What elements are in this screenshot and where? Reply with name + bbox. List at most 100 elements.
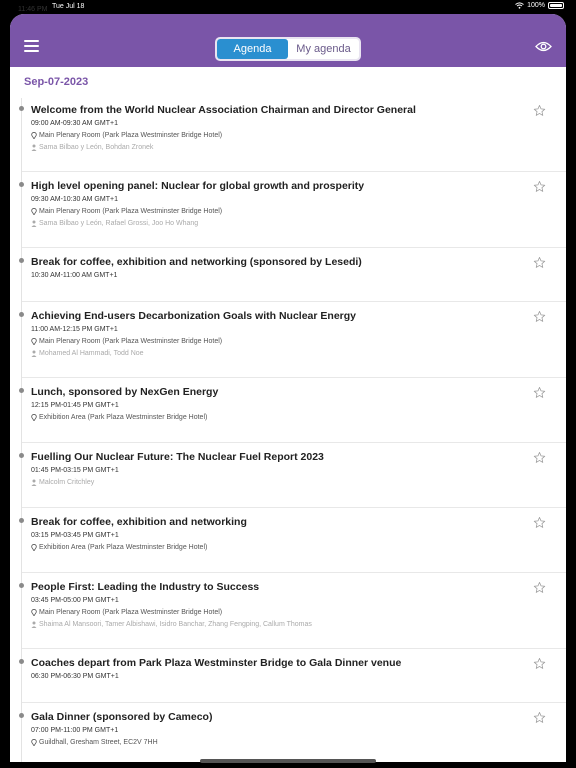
session-item[interactable]: Break for coffee, exhibition and network…	[19, 508, 566, 573]
star-icon[interactable]	[533, 310, 546, 323]
session-location-text: Main Plenary Room (Park Plaza Westminste…	[39, 208, 223, 215]
session-time: 09:30 AM-10:30 AM GMT+1	[31, 196, 118, 203]
timeline-dot	[19, 659, 24, 664]
timeline-dot	[19, 518, 24, 523]
session-speakers: Malcolm Critchley	[31, 478, 566, 487]
status-time: 11:46 PM	[18, 6, 48, 13]
menu-icon[interactable]	[24, 40, 39, 52]
tab-my-agenda[interactable]: My agenda	[288, 39, 359, 59]
timeline-dot	[19, 453, 24, 458]
star-icon[interactable]	[533, 711, 546, 724]
status-date: Tue Jul 18	[52, 3, 85, 10]
session-item[interactable]: High level opening panel: Nuclear for gl…	[19, 172, 566, 248]
session-title: Fuelling Our Nuclear Future: The Nuclear…	[31, 451, 324, 463]
session-title: People First: Leading the Industry to Su…	[31, 581, 260, 593]
session-speakers: Mohamed Al Hammadi, Todd Noe	[31, 349, 566, 358]
home-indicator[interactable]	[200, 759, 376, 763]
speaker-icon	[31, 220, 37, 227]
date-header: Sep-07-2023	[24, 76, 89, 88]
session-item[interactable]: Break for coffee, exhibition and network…	[19, 248, 566, 302]
session-speakers-text: Sama Bilbao y León, Bohdan Zronek	[39, 144, 154, 151]
status-right: 100%	[515, 2, 564, 9]
session-location: Main Plenary Room (Park Plaza Westminste…	[31, 131, 566, 140]
session-speakers-text: Sama Bilbao y León, Rafael Grossi, Joo H…	[39, 220, 199, 227]
star-icon[interactable]	[533, 451, 546, 464]
timeline-dot	[19, 388, 24, 393]
speaker-icon	[31, 350, 37, 357]
session-item[interactable]: Lunch, sponsored by NexGen Energy 12:15 …	[19, 378, 566, 443]
eye-icon[interactable]	[535, 41, 552, 52]
session-item[interactable]: Fuelling Our Nuclear Future: The Nuclear…	[19, 443, 566, 508]
speaker-icon	[31, 144, 37, 151]
location-pin-icon	[31, 739, 37, 746]
session-item[interactable]: Coaches depart from Park Plaza Westminst…	[19, 649, 566, 703]
wifi-icon	[515, 2, 524, 9]
location-pin-icon	[31, 132, 37, 139]
star-icon[interactable]	[533, 516, 546, 529]
session-location: Exhibition Area (Park Plaza Westminster …	[31, 543, 566, 552]
timeline-dot	[19, 106, 24, 111]
session-list: Welcome from the World Nuclear Associati…	[10, 96, 566, 762]
session-speakers-text: Mohamed Al Hammadi, Todd Noe	[39, 350, 144, 357]
location-pin-icon	[31, 544, 37, 551]
timeline-dot	[19, 583, 24, 588]
speaker-icon	[31, 621, 37, 628]
session-location-text: Main Plenary Room (Park Plaza Westminste…	[39, 132, 223, 139]
session-title: Coaches depart from Park Plaza Westminst…	[31, 657, 402, 669]
timeline-dot	[19, 182, 24, 187]
session-time: 03:45 PM-05:00 PM GMT+1	[31, 597, 119, 604]
session-location-text: Main Plenary Room (Park Plaza Westminste…	[39, 338, 223, 345]
battery-percent: 100%	[527, 2, 545, 9]
session-item[interactable]: Welcome from the World Nuclear Associati…	[19, 96, 566, 172]
star-icon[interactable]	[533, 581, 546, 594]
session-time: 09:00 AM-09:30 AM GMT+1	[31, 120, 118, 127]
session-speakers: Sama Bilbao y León, Bohdan Zronek	[31, 143, 566, 152]
location-pin-icon	[31, 338, 37, 345]
status-bar: 11:46 PM Tue Jul 18 100%	[0, 0, 576, 14]
session-speakers: Shaima Al Mansoori, Tamer Albishawi, Isi…	[31, 620, 566, 629]
location-pin-icon	[31, 414, 37, 421]
session-title: Lunch, sponsored by NexGen Energy	[31, 386, 219, 398]
session-location: Main Plenary Room (Park Plaza Westminste…	[31, 207, 566, 216]
session-time: 03:15 PM-03:45 PM GMT+1	[31, 532, 119, 539]
session-speakers-text: Malcolm Critchley	[39, 479, 95, 486]
star-icon[interactable]	[533, 657, 546, 670]
session-time: 01:45 PM-03:15 PM GMT+1	[31, 467, 119, 474]
session-item[interactable]: Gala Dinner (sponsored by Cameco) 07:00 …	[19, 703, 566, 762]
speaker-icon	[31, 479, 37, 486]
timeline-dot	[19, 258, 24, 263]
session-location: Exhibition Area (Park Plaza Westminster …	[31, 413, 566, 422]
session-time: 07:00 PM-11:00 PM GMT+1	[31, 727, 119, 734]
tab-agenda[interactable]: Agenda	[217, 39, 288, 59]
session-location-text: Exhibition Area (Park Plaza Westminster …	[39, 414, 208, 421]
session-location: Guildhall, Gresham Street, EC2V 7HH	[31, 738, 566, 747]
session-location-text: Exhibition Area (Park Plaza Westminster …	[39, 544, 208, 551]
session-location: Main Plenary Room (Park Plaza Westminste…	[31, 337, 566, 346]
session-title: High level opening panel: Nuclear for gl…	[31, 180, 365, 192]
session-title: Achieving End-users Decarbonization Goal…	[31, 310, 356, 322]
star-icon[interactable]	[533, 180, 546, 193]
location-pin-icon	[31, 208, 37, 215]
session-title: Break for coffee, exhibition and network…	[31, 516, 247, 528]
session-speakers: Sama Bilbao y León, Rafael Grossi, Joo H…	[31, 219, 566, 228]
session-item[interactable]: Achieving End-users Decarbonization Goal…	[19, 302, 566, 378]
session-title: Welcome from the World Nuclear Associati…	[31, 104, 416, 116]
session-time: 11:00 AM-12:15 PM GMT+1	[31, 326, 118, 333]
session-location-text: Guildhall, Gresham Street, EC2V 7HH	[39, 739, 158, 746]
session-item[interactable]: People First: Leading the Industry to Su…	[19, 573, 566, 649]
star-icon[interactable]	[533, 386, 546, 399]
session-location: Main Plenary Room (Park Plaza Westminste…	[31, 608, 566, 617]
timeline-dot	[19, 312, 24, 317]
session-title: Gala Dinner (sponsored by Cameco)	[31, 711, 213, 723]
session-time: 12:15 PM-01:45 PM GMT+1	[31, 402, 119, 409]
battery-icon	[548, 2, 564, 9]
star-icon[interactable]	[533, 256, 546, 269]
star-icon[interactable]	[533, 104, 546, 117]
agenda-segmented-control: Agenda My agenda	[215, 37, 361, 61]
nav-bar: Agenda My agenda	[10, 14, 566, 67]
timeline-dot	[19, 713, 24, 718]
app-window: Agenda My agenda Sep-07-2023 Welcome fro…	[10, 14, 566, 762]
session-time: 06:30 PM-06:30 PM GMT+1	[31, 673, 119, 680]
session-location-text: Main Plenary Room (Park Plaza Westminste…	[39, 609, 223, 616]
session-time: 10:30 AM-11:00 AM GMT+1	[31, 272, 118, 279]
